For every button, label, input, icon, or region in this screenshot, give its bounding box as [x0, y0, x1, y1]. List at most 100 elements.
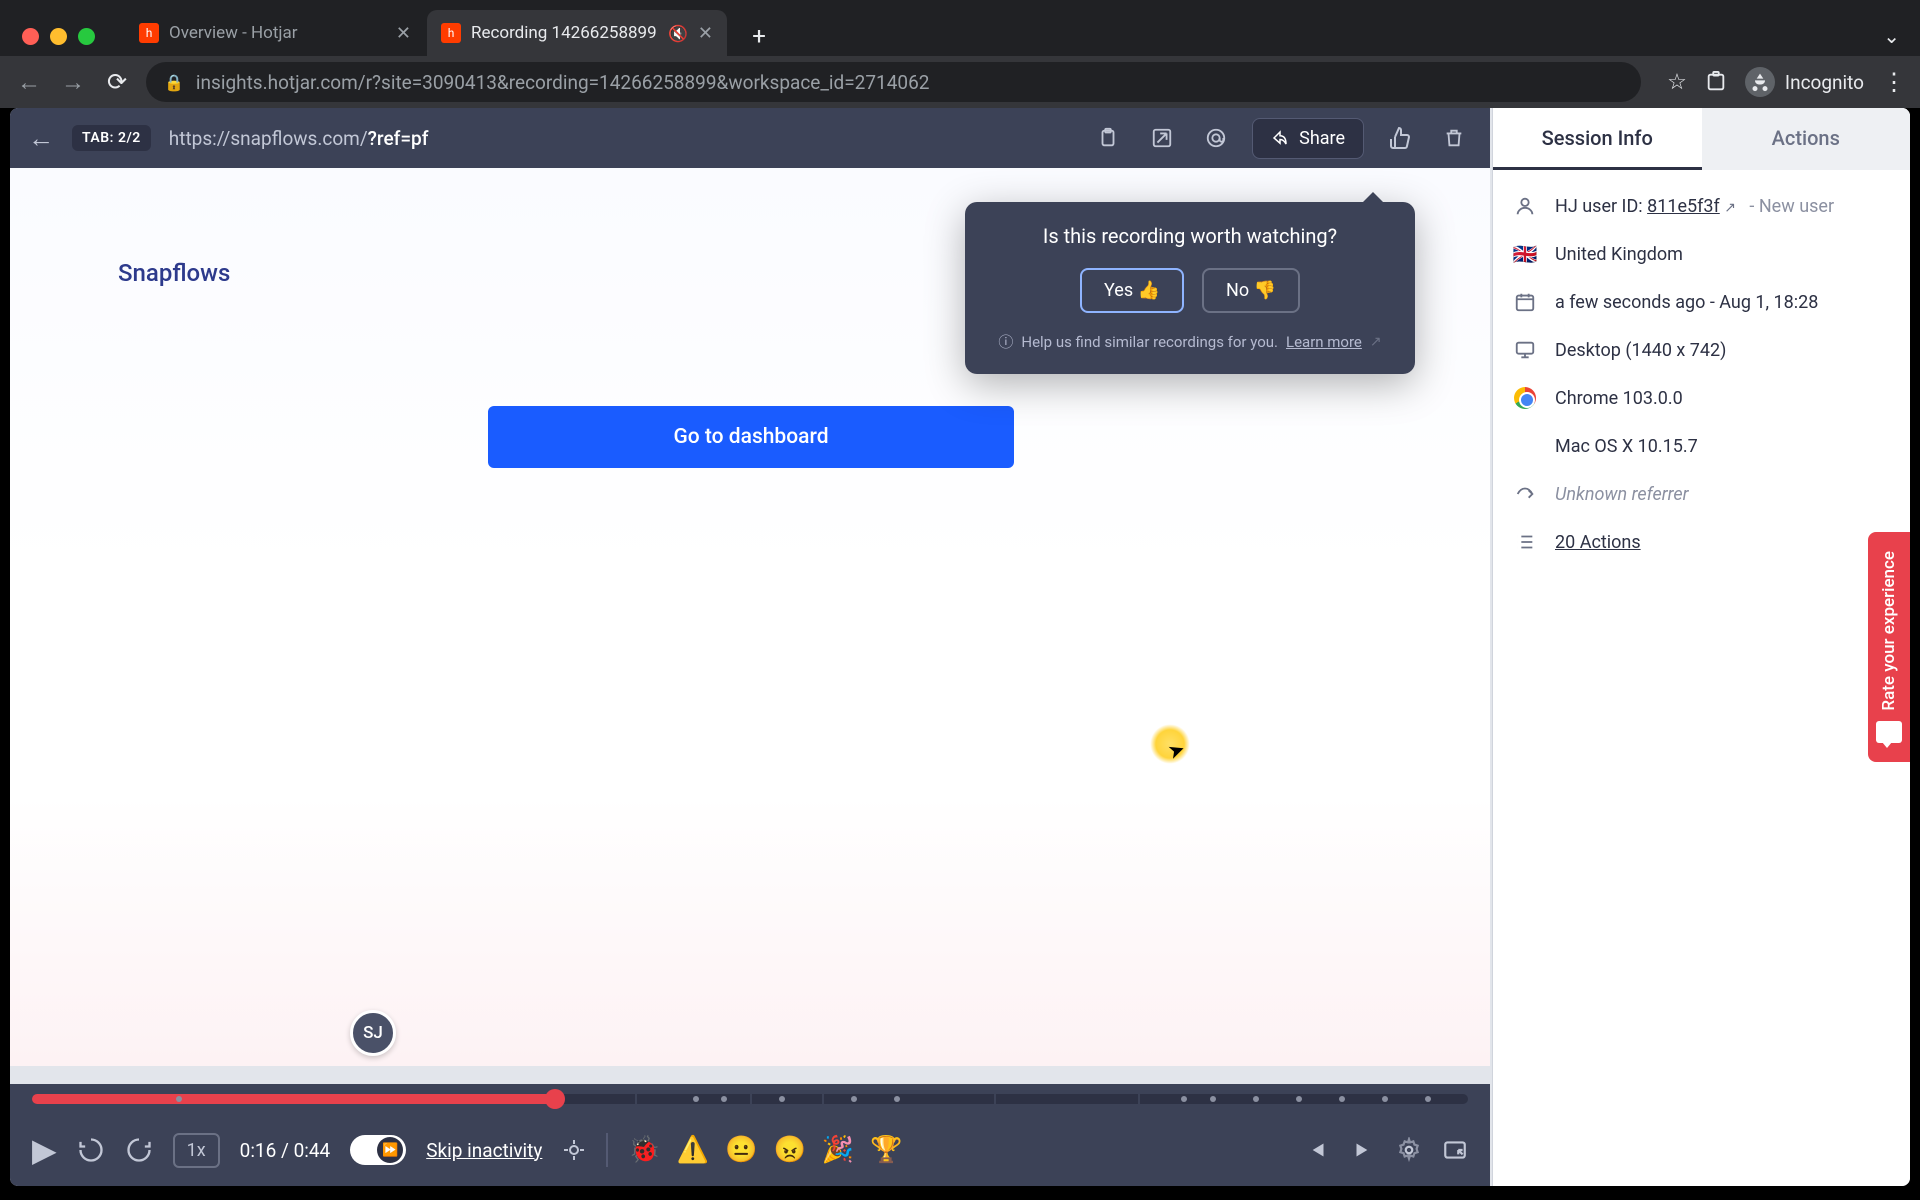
- timeline-segment: [822, 1094, 824, 1104]
- external-link-icon: ↗: [1370, 334, 1382, 350]
- timeline-marker: [1339, 1096, 1345, 1102]
- fullscreen-icon[interactable]: [1442, 1137, 1468, 1163]
- timeline-segment: [635, 1094, 637, 1104]
- trophy-emoji-icon[interactable]: 🏆: [870, 1135, 902, 1165]
- share-arrow-icon: [1271, 129, 1289, 147]
- close-tab-icon[interactable]: ✕: [698, 23, 713, 44]
- go-to-dashboard-button: Go to dashboard: [488, 406, 1014, 468]
- angry-emoji-icon[interactable]: 😠: [774, 1135, 806, 1165]
- forward-button[interactable]: →: [58, 67, 88, 97]
- skip-inactivity-toggle[interactable]: [350, 1135, 406, 1165]
- prev-recording-icon[interactable]: [1304, 1137, 1330, 1163]
- rating-callout: Is this recording worth watching? Yes 👍 …: [965, 202, 1415, 374]
- playback-time: 0:16 / 0:44: [240, 1139, 331, 1162]
- browser-tab-overview[interactable]: h Overview - Hotjar ✕: [125, 10, 425, 56]
- timeline-marker: [721, 1096, 727, 1102]
- reaction-row: 🐞 ⚠️ 😐 😠 🎉 🏆: [628, 1135, 902, 1165]
- at-mention-icon[interactable]: [1198, 120, 1234, 156]
- info-actions: 20 Actions: [1513, 530, 1890, 554]
- maximize-window-icon[interactable]: [78, 28, 95, 45]
- party-emoji-icon[interactable]: 🎉: [822, 1135, 854, 1165]
- external-link-icon[interactable]: ↗: [1724, 200, 1736, 216]
- open-external-icon[interactable]: [1144, 120, 1180, 156]
- forward-10-icon[interactable]: [125, 1136, 153, 1164]
- timeline-marker: [1181, 1096, 1187, 1102]
- session-info-list: HJ user ID: 811e5f3f ↗ - New user 🇬🇧 Uni…: [1493, 170, 1910, 578]
- hotjar-favicon-icon: h: [441, 23, 461, 43]
- share-label: Share: [1299, 128, 1345, 149]
- timeline-marker: [894, 1096, 900, 1102]
- info-icon: ⓘ: [998, 331, 1013, 352]
- site-brand: Snapflows: [118, 259, 230, 287]
- side-panel: Session Info Actions HJ user ID: 811e5f3…: [1492, 108, 1910, 1186]
- tab-session-info[interactable]: Session Info: [1493, 108, 1702, 170]
- recorded-page-url: https://snapflows.com/?ref=pf: [169, 127, 429, 150]
- timeline-marker: [1425, 1096, 1431, 1102]
- apple-icon: [1513, 434, 1537, 458]
- tab-actions[interactable]: Actions: [1702, 108, 1911, 170]
- avatar[interactable]: SJ: [350, 1010, 396, 1056]
- callout-no-button[interactable]: No 👎: [1202, 268, 1300, 313]
- skip-inactivity-label[interactable]: Skip inactivity: [426, 1139, 542, 1162]
- minimize-window-icon[interactable]: [50, 28, 67, 45]
- browser-tab-recording[interactable]: h Recording 14266258899 🔇 ✕: [427, 10, 727, 56]
- clipboard-icon[interactable]: [1090, 120, 1126, 156]
- star-bookmark-icon[interactable]: ☆: [1667, 70, 1687, 95]
- next-recording-icon[interactable]: [1350, 1137, 1376, 1163]
- back-arrow-icon[interactable]: ←: [28, 123, 54, 154]
- tab-counter-badge[interactable]: TAB: 2/2: [72, 125, 151, 151]
- browser-menu-icon[interactable]: ⋮: [1882, 68, 1906, 96]
- tab-list-dropdown-icon[interactable]: ⌄: [1883, 24, 1900, 48]
- neutral-emoji-icon[interactable]: 😐: [725, 1135, 757, 1165]
- feedback-label: Rate your experience: [1879, 551, 1899, 711]
- trash-icon[interactable]: [1436, 120, 1472, 156]
- callout-yes-button[interactable]: Yes 👍: [1080, 268, 1184, 313]
- info-os: Mac OS X 10.15.7: [1513, 434, 1890, 458]
- timeline-segment: [1138, 1094, 1140, 1104]
- url-text: insights.hotjar.com/r?site=3090413&recor…: [196, 71, 930, 94]
- hotjar-favicon-icon: h: [139, 23, 159, 43]
- app-viewport: ← TAB: 2/2 https://snapflows.com/?ref=pf…: [10, 108, 1910, 1186]
- timeline-marker: [779, 1096, 785, 1102]
- url-input[interactable]: 🔒 insights.hotjar.com/r?site=3090413&rec…: [146, 62, 1641, 102]
- warning-emoji-icon[interactable]: ⚠️: [677, 1135, 709, 1165]
- incognito-indicator[interactable]: Incognito: [1745, 67, 1864, 97]
- new-tab-button[interactable]: +: [739, 16, 779, 56]
- play-button[interactable]: ▶: [32, 1131, 57, 1169]
- keyboard-shortcuts-icon[interactable]: [562, 1138, 586, 1162]
- info-time: a few seconds ago - Aug 1, 18:28: [1513, 290, 1890, 314]
- settings-gear-icon[interactable]: [1396, 1137, 1422, 1163]
- timeline-segment: [994, 1094, 996, 1104]
- rewind-10-icon[interactable]: [77, 1136, 105, 1164]
- flag-icon: 🇬🇧: [1513, 242, 1537, 266]
- close-tab-icon[interactable]: ✕: [396, 23, 411, 44]
- tab-strip: h Overview - Hotjar ✕ h Recording 142662…: [0, 0, 1920, 56]
- playback-controls: ▶ 1x 0:16 / 0:44 Skip inactivity 🐞 ⚠️ 😐 …: [10, 1114, 1490, 1186]
- feedback-tab[interactable]: Rate your experience: [1868, 532, 1910, 762]
- feedback-speech-icon: [1876, 721, 1902, 743]
- timeline-segment: [750, 1094, 752, 1104]
- timeline-marker: [176, 1096, 182, 1102]
- learn-more-link[interactable]: Learn more: [1286, 333, 1362, 351]
- callout-title: Is this recording worth watching?: [991, 224, 1389, 248]
- share-button[interactable]: Share: [1252, 118, 1364, 159]
- timeline-marker: [1382, 1096, 1388, 1102]
- info-browser: Chrome 103.0.0: [1513, 386, 1890, 410]
- playback-speed[interactable]: 1x: [173, 1133, 220, 1168]
- user-id-link[interactable]: 811e5f3f: [1647, 196, 1720, 217]
- mute-icon[interactable]: 🔇: [668, 24, 688, 43]
- incognito-label: Incognito: [1785, 71, 1864, 94]
- timeline-marker: [1253, 1096, 1259, 1102]
- back-button[interactable]: ←: [14, 67, 44, 97]
- thumbs-up-icon[interactable]: [1382, 120, 1418, 156]
- close-window-icon[interactable]: [22, 28, 39, 45]
- window-controls: [22, 28, 95, 45]
- extensions-icon[interactable]: [1705, 71, 1727, 93]
- timeline-marker: [1210, 1096, 1216, 1102]
- timeline-track[interactable]: [32, 1094, 1468, 1104]
- bug-emoji-icon[interactable]: 🐞: [628, 1135, 660, 1165]
- actions-link[interactable]: 20 Actions: [1555, 532, 1641, 553]
- timeline-handle[interactable]: [545, 1089, 565, 1109]
- incognito-icon: [1745, 67, 1775, 97]
- reload-button[interactable]: ⟳: [102, 67, 132, 97]
